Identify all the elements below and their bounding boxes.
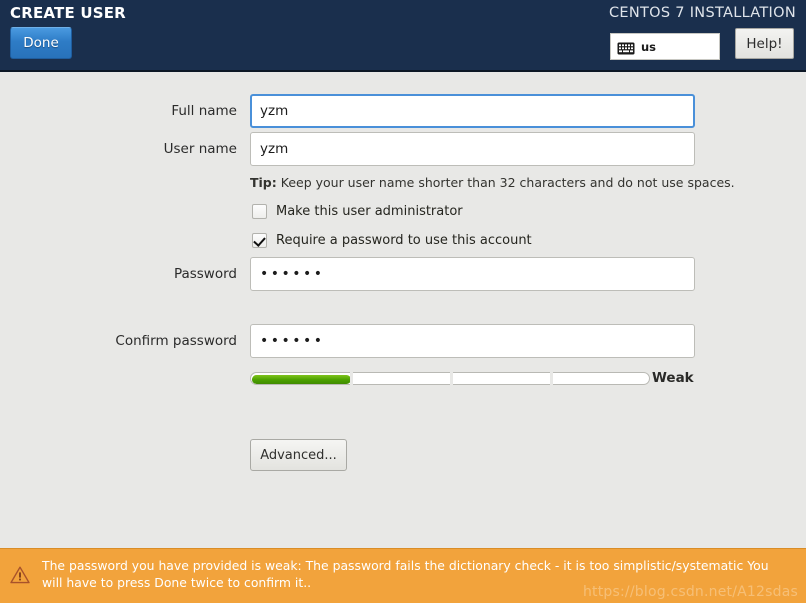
make-administrator-checkbox[interactable] [252,203,267,219]
create-user-form: Full name User name Tip: Keep your user … [0,72,806,545]
help-button-label: Help! [746,35,783,52]
user-name-tip: Tip: Keep your user name shorter than 32… [250,175,735,190]
require-password-checkbox[interactable] [252,232,267,248]
advanced-button[interactable]: Advanced... [250,439,347,471]
advanced-button-label: Advanced... [260,447,337,463]
installation-title: CENTOS 7 INSTALLATION [608,5,796,21]
warning-bar: The password you have provided is weak: … [0,548,806,603]
user-name-input[interactable] [250,132,695,166]
make-administrator-label: Make this user administrator [276,203,463,219]
confirm-password-input[interactable] [250,324,695,358]
require-password-label: Require a password to use this account [276,232,532,248]
tip-prefix: Tip: [250,175,277,190]
done-button-label: Done [23,35,59,51]
keyboard-layout-label: us [641,39,657,54]
strength-segment-divider [550,372,553,385]
full-name-label: Full name [171,103,237,119]
password-row: Password [0,257,806,291]
password-label: Password [173,266,237,282]
keyboard-layout-indicator[interactable]: us [610,33,720,60]
strength-segment-divider [350,372,353,385]
keyboard-icon [617,40,635,55]
password-strength-label: Weak [652,370,694,386]
confirm-password-label: Confirm password [115,333,237,349]
warning-triangle-icon [10,566,30,584]
installer-header: CREATE USER CENTOS 7 INSTALLATION Done u… [0,0,806,72]
user-name-row: User name [0,132,806,166]
strength-segment-divider [450,372,453,385]
full-name-row: Full name [0,94,806,128]
user-name-label: User name [163,141,237,157]
password-input[interactable] [250,257,695,291]
watermark-text: https://blog.csdn.net/A12sdas [582,584,798,600]
password-strength-fill [252,375,351,384]
page-title: CREATE USER [10,4,126,22]
done-button[interactable]: Done [10,27,72,59]
tip-text: Keep your user name shorter than 32 char… [276,175,735,190]
full-name-input[interactable] [250,94,695,128]
password-strength-meter [250,372,650,385]
require-password-checkbox-row[interactable]: Require a password to use this account [252,230,532,250]
confirm-password-row: Confirm password [0,324,806,358]
help-button[interactable]: Help! [735,28,794,59]
make-administrator-checkbox-row[interactable]: Make this user administrator [252,201,463,221]
